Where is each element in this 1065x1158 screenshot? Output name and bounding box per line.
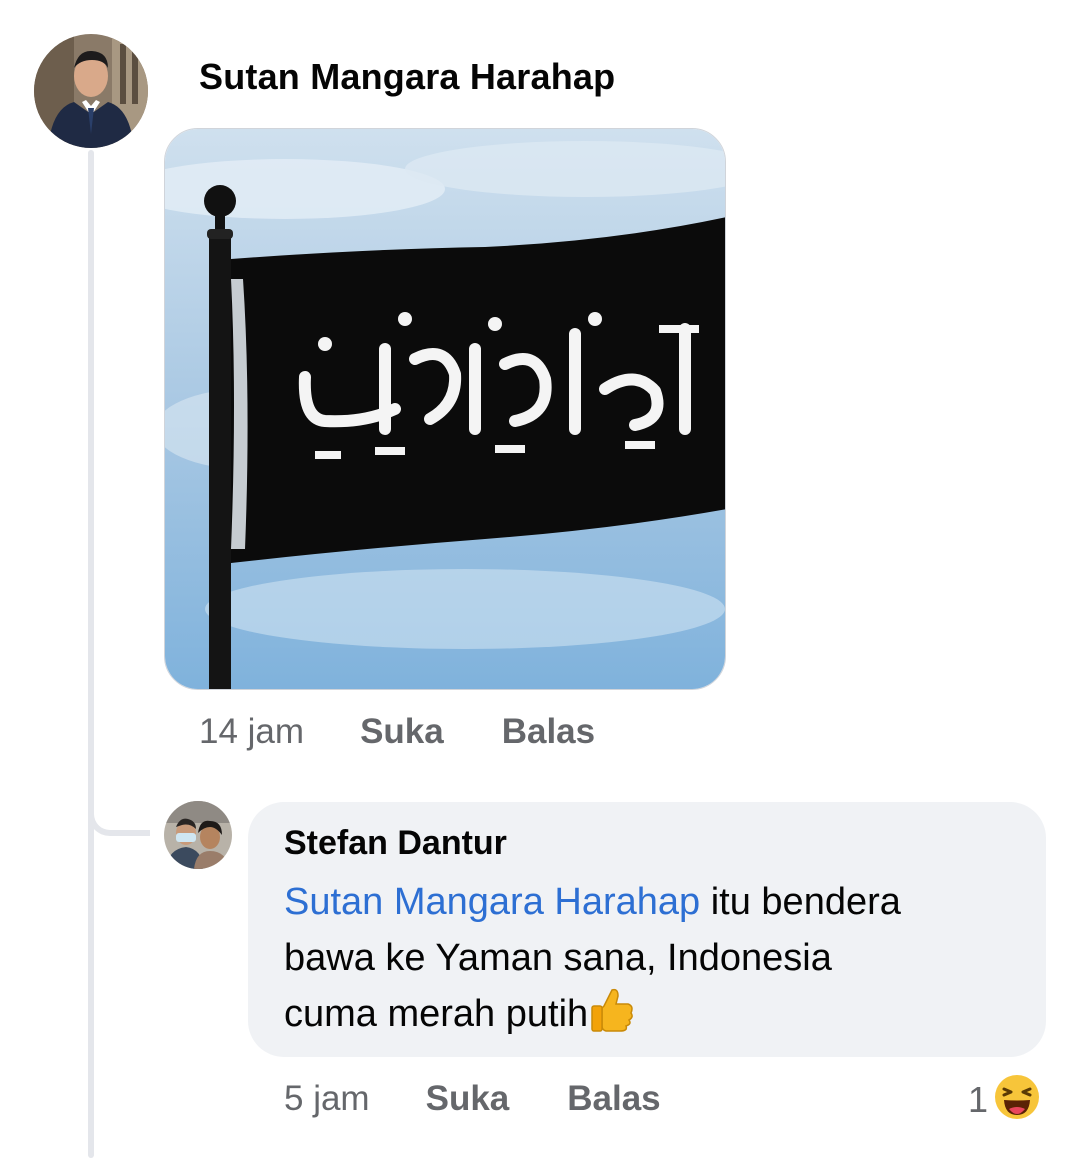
reply-text-line1: itu bendera — [700, 881, 901, 923]
comment-timestamp[interactable]: 14 jam — [199, 712, 304, 752]
profile-photo-icon — [34, 34, 148, 148]
reply-button[interactable]: Balas — [567, 1079, 660, 1119]
reply-author-name[interactable]: Stefan Dantur — [284, 824, 507, 863]
reply-text-line3: cuma merah putih — [284, 993, 589, 1035]
mention-link[interactable]: Sutan Mangara Harahap — [284, 881, 700, 923]
black-flag-image-icon — [165, 129, 725, 689]
thread-line — [88, 150, 94, 1158]
like-button[interactable]: Suka — [360, 712, 444, 752]
reply-author-avatar[interactable] — [164, 801, 232, 869]
laughing-emoji-icon — [994, 1074, 1040, 1125]
comment-attached-image[interactable] — [164, 128, 726, 690]
reaction-count: 1 — [968, 1078, 989, 1120]
reply-timestamp[interactable]: 5 jam — [284, 1079, 370, 1119]
comment-actions: 14 jam Suka Balas — [199, 712, 595, 752]
reply-actions: 5 jam Suka Balas — [284, 1079, 661, 1119]
reply-text: Sutan Mangara Harahap itu bendera bawa ke… — [284, 874, 1024, 1048]
comment-author-avatar[interactable] — [34, 34, 148, 148]
reaction-summary[interactable]: 1 — [968, 1074, 1040, 1125]
like-button[interactable]: Suka — [426, 1079, 510, 1119]
comment-author-name[interactable]: Sutan Mangara Harahap — [199, 56, 615, 98]
thumbs-up-icon — [590, 986, 634, 1048]
profile-photo-icon — [164, 801, 232, 869]
reply-bubble: Stefan Dantur Sutan Mangara Harahap itu … — [248, 802, 1046, 1057]
reply-text-line2: bawa ke Yaman sana, Indonesia — [284, 937, 832, 979]
reply-button[interactable]: Balas — [502, 712, 595, 752]
thread-branch-line — [88, 790, 150, 836]
